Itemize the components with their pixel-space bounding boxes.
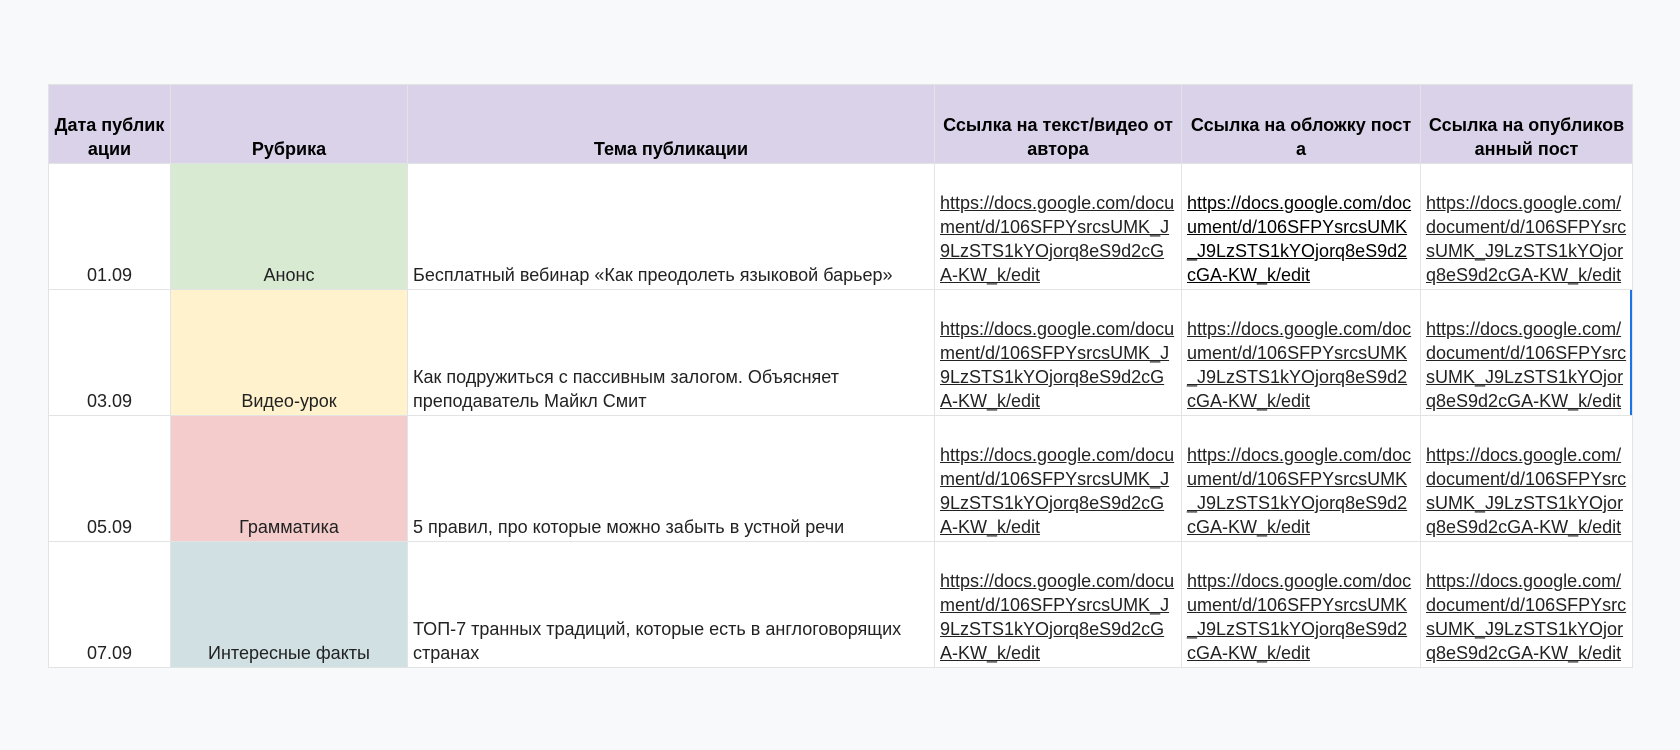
table-row: 03.09 Видео-урок Как подружиться с пасси… xyxy=(48,289,1633,416)
post-link[interactable]: https://docs.google.com/document/d/106SF… xyxy=(1420,289,1633,416)
post-link[interactable]: https://docs.google.com/document/d/106SF… xyxy=(1420,415,1633,542)
rubric-cell[interactable]: Анонс xyxy=(170,163,408,290)
post-link[interactable]: https://docs.google.com/document/d/106SF… xyxy=(1420,541,1633,668)
cover-link[interactable]: https://docs.google.com/document/d/106SF… xyxy=(1181,289,1421,416)
header-topic[interactable]: Тема публикации xyxy=(407,84,935,164)
author-link[interactable]: https://docs.google.com/document/d/106SF… xyxy=(934,289,1182,416)
cover-link[interactable]: https://docs.google.com/document/d/106SF… xyxy=(1181,415,1421,542)
cover-link[interactable]: https://docs.google.com/document/d/106SF… xyxy=(1181,541,1421,668)
table-row: 05.09 Грамматика 5 правил, про которые м… xyxy=(48,415,1633,542)
header-post-link[interactable]: Ссылка на опубликованный пост xyxy=(1420,84,1633,164)
content-plan-table: Дата публикации Рубрика Тема публикации … xyxy=(48,84,1633,668)
date-cell[interactable]: 03.09 xyxy=(48,289,171,416)
post-link[interactable]: https://docs.google.com/document/d/106SF… xyxy=(1420,163,1633,290)
topic-cell[interactable]: ТОП-7 транных традиций, которые есть в а… xyxy=(407,541,935,668)
rubric-cell[interactable]: Грамматика xyxy=(170,415,408,542)
header-date[interactable]: Дата публикации xyxy=(48,84,171,164)
author-link[interactable]: https://docs.google.com/document/d/106SF… xyxy=(934,415,1182,542)
date-cell[interactable]: 07.09 xyxy=(48,541,171,668)
author-link[interactable]: https://docs.google.com/document/d/106SF… xyxy=(934,163,1182,290)
author-link[interactable]: https://docs.google.com/document/d/106SF… xyxy=(934,541,1182,668)
header-rubric[interactable]: Рубрика xyxy=(170,84,408,164)
date-cell[interactable]: 05.09 xyxy=(48,415,171,542)
topic-cell[interactable]: Бесплатный вебинар «Как преодолеть языко… xyxy=(407,163,935,290)
header-cover-link[interactable]: Ссылка на обложку поста xyxy=(1181,84,1421,164)
topic-cell[interactable]: Как подружиться с пассивным залогом. Объ… xyxy=(407,289,935,416)
header-row: Дата публикации Рубрика Тема публикации … xyxy=(48,84,1633,164)
header-author-link[interactable]: Ссылка на текст/видео от автора xyxy=(934,84,1182,164)
table-row: 01.09 Анонс Бесплатный вебинар «Как прео… xyxy=(48,163,1633,290)
rubric-cell[interactable]: Видео-урок xyxy=(170,289,408,416)
date-cell[interactable]: 01.09 xyxy=(48,163,171,290)
cover-link[interactable]: https://docs.google.com/document/d/106SF… xyxy=(1181,163,1421,290)
rubric-cell[interactable]: Интересные факты xyxy=(170,541,408,668)
topic-cell[interactable]: 5 правил, про которые можно забыть в уст… xyxy=(407,415,935,542)
table-row: 07.09 Интересные факты ТОП-7 транных тра… xyxy=(48,541,1633,668)
